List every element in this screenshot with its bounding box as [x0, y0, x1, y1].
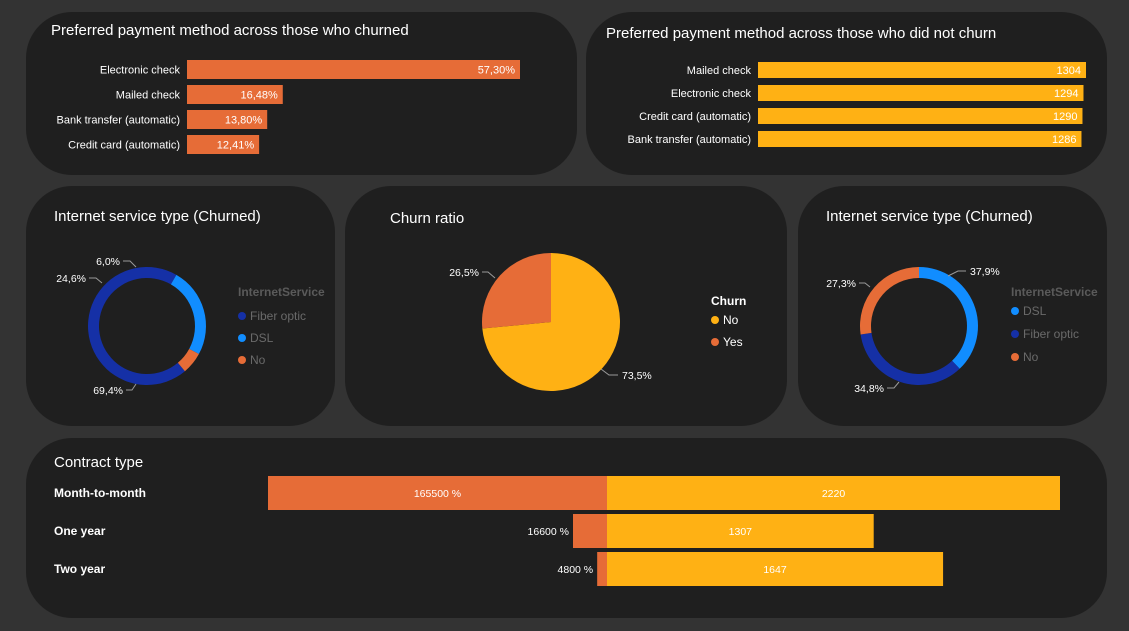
legend-label: Fiber optic [1023, 327, 1079, 341]
legend-label: DSL [1023, 304, 1047, 318]
internet-service-left-card: Internet service type (Churned) 69,4% 24,… [26, 186, 335, 426]
legend-label: No [250, 353, 266, 367]
data-label: 26,5% [449, 267, 479, 279]
data-label: 1290 [1053, 111, 1077, 123]
internet-service-left-donut: 69,4% 24,6% 6,0% InternetService Fiber optic… [56, 256, 325, 397]
contract-type-card: Contract type Month-to-month 165500 % 2220… [26, 438, 1107, 618]
internet-service-right-card: Internet service type (Churned) 37,9% 34,… [798, 186, 1107, 426]
bar [187, 60, 520, 79]
legend-label: Yes [723, 335, 743, 349]
bar [572, 514, 607, 548]
data-label: 57,30% [478, 65, 516, 77]
data-label: 73,5% [622, 370, 652, 382]
slice [170, 274, 206, 355]
data-label: 165500 % [414, 488, 461, 500]
legend-label: DSL [250, 331, 274, 345]
slice [860, 332, 960, 385]
internet-service-right-donut: 37,9% 34,8% 27,3% InternetService DSL Fiber o… [826, 266, 1098, 395]
data-label: 1286 [1052, 134, 1076, 146]
not-churned-payment-bar-chart: Mailed check 1304 Electronic check 1294 Cred… [628, 62, 1086, 147]
data-label: 12,41% [217, 140, 255, 152]
data-label: 1647 [763, 564, 787, 576]
data-label: 6,0% [96, 256, 120, 268]
bar [758, 108, 1083, 124]
leader-line [600, 368, 618, 376]
leader-line [482, 271, 496, 279]
bar [758, 131, 1082, 147]
data-label: 2220 [822, 488, 846, 500]
leader-line [89, 277, 103, 284]
legend-title: InternetService [1011, 285, 1098, 299]
leader-line [887, 381, 900, 389]
category-label: Credit card (automatic) [68, 140, 180, 152]
legend-marker [1011, 330, 1019, 338]
slice [919, 267, 978, 369]
legend-label: No [723, 313, 739, 327]
category-label: Two year [54, 562, 105, 576]
legend-marker [711, 338, 719, 346]
data-label: 16600 % [528, 526, 569, 538]
data-label: 13,80% [225, 115, 263, 127]
category-label: Electronic check [671, 88, 752, 100]
data-label: 1307 [729, 526, 753, 538]
contract-type-bar-chart: Month-to-month 165500 % 2220 One year 16600 … [54, 476, 1060, 586]
legend-marker [711, 316, 719, 324]
slice [88, 267, 185, 385]
churned-payment-bar-chart: Electronic check 57,30% Mailed check 16,48%… [57, 60, 520, 154]
legend-label: Fiber optic [250, 309, 306, 323]
category-label: Mailed check [687, 65, 752, 77]
category-label: Month-to-month [54, 486, 146, 500]
data-label: 4800 % [558, 564, 594, 576]
slice [482, 253, 551, 329]
data-label: 1294 [1054, 88, 1078, 100]
bar [758, 85, 1084, 101]
data-label: 69,4% [93, 385, 123, 397]
data-label: 24,6% [56, 273, 86, 285]
legend-marker [238, 312, 246, 320]
leader-line [859, 282, 871, 288]
category-label: One year [54, 524, 106, 538]
legend-marker [1011, 307, 1019, 315]
data-label: 16,48% [240, 90, 278, 102]
category-label: Mailed check [116, 90, 181, 102]
data-label: 27,3% [826, 278, 856, 290]
data-label: 34,8% [854, 383, 884, 395]
category-label: Bank transfer (automatic) [57, 115, 181, 127]
legend-title: InternetService [238, 285, 325, 299]
churn-ratio-pie: 73,5% 26,5% Churn No Yes [449, 253, 746, 391]
legend-marker [238, 334, 246, 342]
leader-line [126, 383, 137, 391]
bar [758, 62, 1086, 78]
data-label: 1304 [1057, 65, 1081, 77]
category-label: Credit card (automatic) [639, 111, 751, 123]
churn-ratio-card: Churn ratio 73,5% 26,5% Churn No Yes [345, 186, 787, 426]
legend-title: Churn [711, 294, 746, 308]
leader-line [947, 270, 966, 277]
legend-marker [1011, 353, 1019, 361]
legend-label: No [1023, 350, 1039, 364]
slice [860, 267, 919, 335]
churned-payment-card: Preferred payment method across those wh… [26, 12, 577, 175]
bar [597, 552, 607, 586]
legend-marker [238, 356, 246, 364]
not-churned-payment-card: Preferred payment method across those wh… [586, 12, 1107, 175]
leader-line [123, 260, 137, 268]
category-label: Electronic check [100, 65, 181, 77]
data-label: 37,9% [970, 266, 1000, 278]
category-label: Bank transfer (automatic) [628, 134, 752, 146]
